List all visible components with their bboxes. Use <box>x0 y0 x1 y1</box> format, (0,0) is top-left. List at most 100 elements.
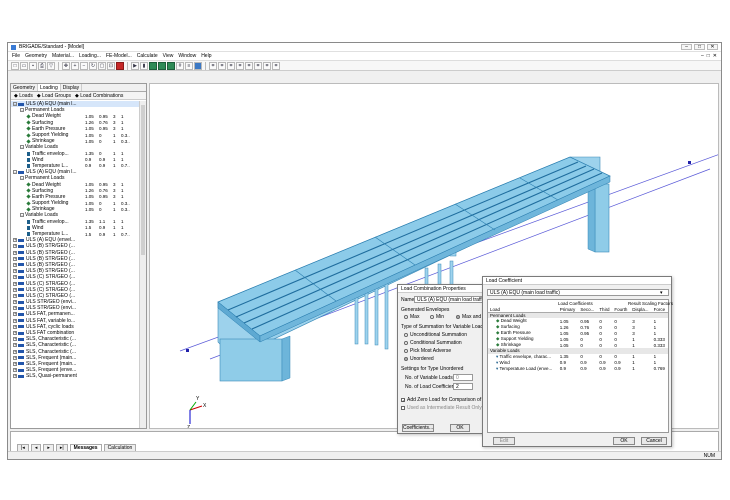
min-radio[interactable]: Min <box>430 314 444 320</box>
name-input[interactable]: ULS (A) EQU (main load traffic) <box>414 296 492 303</box>
collapse-icon[interactable]: - <box>20 108 24 113</box>
view-right-icon[interactable]: ⌗ <box>236 61 244 70</box>
edit-button[interactable]: Edit <box>493 437 515 445</box>
subtab-loads[interactable]: ◆ Loads <box>14 93 33 99</box>
menu-item-femodel[interactable]: FE-Model... <box>106 53 132 59</box>
play-icon[interactable]: ▶ <box>131 61 139 70</box>
minimize-button[interactable]: – <box>681 44 692 50</box>
subtab-load-groups[interactable]: ◆ Load Groups <box>37 93 71 99</box>
expand-icon[interactable]: + <box>13 318 17 323</box>
expand-icon[interactable]: + <box>13 349 17 354</box>
expand-icon[interactable]: + <box>13 300 17 305</box>
fit-view-icon[interactable]: ⊡ <box>107 61 115 70</box>
save-icon[interactable]: ▪ <box>29 61 37 70</box>
expand-icon[interactable]: + <box>13 312 17 317</box>
render-mode-icon[interactable] <box>149 61 157 70</box>
view-iso-icon[interactable]: ⌗ <box>263 61 271 70</box>
tab-geometry[interactable]: Geometry <box>11 84 38 91</box>
view-left-icon[interactable]: ⌗ <box>227 61 235 70</box>
menu-item-material[interactable]: Material... <box>52 53 74 59</box>
tab-messages[interactable]: Messages <box>69 444 102 451</box>
menu-item-help[interactable]: Help <box>201 53 211 59</box>
num-load-coefficients-select[interactable]: 2 <box>453 383 473 390</box>
mdi-restore-icon[interactable]: □ <box>707 53 710 59</box>
close-button[interactable]: ✕ <box>707 44 718 50</box>
coefficient-cell[interactable]: 1 <box>630 366 651 372</box>
tree-scrollbar-thumb[interactable] <box>141 105 145 255</box>
zoom-window-icon[interactable]: ▢ <box>98 61 106 70</box>
expand-icon[interactable]: + <box>13 269 17 274</box>
expand-icon[interactable]: + <box>13 238 17 243</box>
mdi-close-icon[interactable]: ✕ <box>713 53 717 59</box>
expand-icon[interactable]: + <box>13 244 17 249</box>
coefficient-cell[interactable]: 0.9 <box>597 366 612 372</box>
menu-item-geometry[interactable]: Geometry <box>25 53 47 59</box>
rotate-icon[interactable]: ↻ <box>89 61 97 70</box>
open-folder-icon[interactable]: ▭ <box>20 61 28 70</box>
camera-icon[interactable] <box>194 61 202 70</box>
menu-item-loading[interactable]: Loading... <box>79 53 101 59</box>
unconditional-summation-radio[interactable]: Unconditional Summation <box>404 332 467 338</box>
menu-item-file[interactable]: File <box>12 53 20 59</box>
expand-icon[interactable]: + <box>13 361 17 366</box>
collapse-icon[interactable]: - <box>13 102 17 107</box>
new-file-icon[interactable]: □ <box>11 61 19 70</box>
filter-icon[interactable]: ▽ <box>47 61 55 70</box>
wireframe-view-icon[interactable] <box>167 61 175 70</box>
layers-icon[interactable]: ≡ <box>185 61 193 70</box>
coefficient-cell[interactable]: 0.9 <box>578 366 597 372</box>
coefficient-cell[interactable]: 0.9 <box>558 366 579 372</box>
intermediate-result-checkbox[interactable]: Used as Intermediate Result Only <box>401 405 482 411</box>
expand-icon[interactable]: + <box>13 355 17 360</box>
expand-icon[interactable]: + <box>13 343 17 348</box>
nav-next-icon[interactable]: ▸ <box>43 444 54 451</box>
max-radio[interactable]: Max <box>404 314 419 320</box>
conditional-summation-radio[interactable]: Conditional Summation <box>404 340 462 346</box>
expand-icon[interactable]: + <box>13 281 17 286</box>
expand-icon[interactable]: + <box>13 287 17 292</box>
collapse-icon[interactable]: - <box>20 145 24 150</box>
view-top-icon[interactable]: ⌗ <box>245 61 253 70</box>
coefficient-cell[interactable]: 0.769 <box>652 366 668 372</box>
menu-item-view[interactable]: View <box>163 53 174 59</box>
step-icon[interactable]: ▮ <box>140 61 148 70</box>
expand-icon[interactable]: + <box>13 324 17 329</box>
tree-scrollbar[interactable] <box>139 101 146 428</box>
num-variable-loads-input[interactable]: 0 <box>453 374 473 381</box>
pan-icon[interactable]: ✥ <box>62 61 70 70</box>
lc-ok-button[interactable]: OK <box>613 437 635 445</box>
expand-icon[interactable]: + <box>13 250 17 255</box>
stop-icon[interactable] <box>116 61 124 70</box>
chevron-down-icon[interactable]: ▾ <box>660 290 663 296</box>
view-back-icon[interactable]: ⌗ <box>218 61 226 70</box>
zoom-in-icon[interactable]: + <box>71 61 79 70</box>
pick-most-adverse-radio[interactable]: Pick Most Adverse <box>404 348 451 354</box>
tab-calculation[interactable]: Calculation <box>103 444 137 451</box>
nav-prev-icon[interactable]: ◂ <box>30 444 42 451</box>
mesh-icon[interactable]: # <box>176 61 184 70</box>
expand-icon[interactable]: + <box>13 368 17 373</box>
collapse-icon[interactable]: - <box>20 213 24 218</box>
expand-icon[interactable]: + <box>13 293 17 298</box>
coefficients-button[interactable]: Coefficients... <box>402 424 434 432</box>
nav-first-icon[interactable]: |◂ <box>17 444 29 451</box>
menu-item-window[interactable]: Window <box>178 53 196 59</box>
collapse-icon[interactable]: - <box>13 170 17 175</box>
tab-loading[interactable]: Loading <box>37 84 61 91</box>
print-icon[interactable]: ⎙ <box>38 61 46 70</box>
table-row[interactable]: ▾ Temperature Load (enve... 0.9 0.9 0.9 0.9 1… <box>488 366 668 372</box>
view-bottom-icon[interactable]: ⌗ <box>254 61 262 70</box>
shaded-view-icon[interactable] <box>158 61 166 70</box>
expand-icon[interactable]: + <box>13 374 17 379</box>
coefficient-cell[interactable]: 0.9 <box>612 366 630 372</box>
expand-icon[interactable]: + <box>13 331 17 336</box>
subtab-load-combinations[interactable]: ◆ Load Combinations <box>75 93 123 99</box>
expand-icon[interactable]: + <box>13 275 17 280</box>
tree-row[interactable]: + SLS, Quasi-permanent <box>11 373 139 379</box>
view-front-icon[interactable]: ⌗ <box>209 61 217 70</box>
zoom-out-icon[interactable]: − <box>80 61 88 70</box>
lcp-ok-button[interactable]: OK <box>450 424 470 432</box>
expand-icon[interactable]: + <box>13 337 17 342</box>
view-persp-icon[interactable]: ⌗ <box>272 61 280 70</box>
unordered-radio[interactable]: Unordered <box>404 356 434 362</box>
